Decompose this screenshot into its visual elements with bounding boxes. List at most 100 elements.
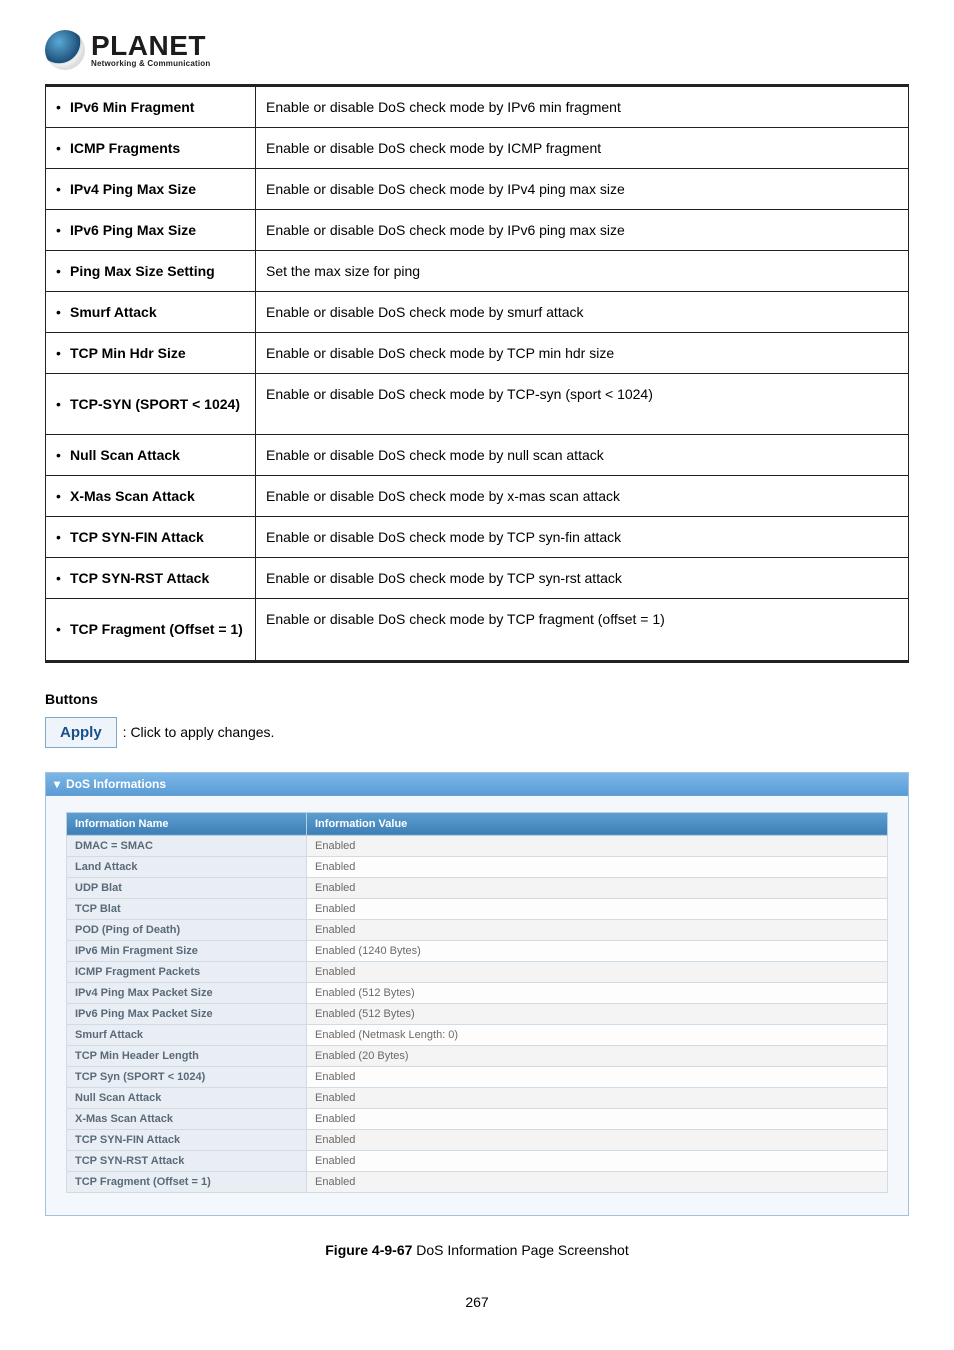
info-row: TCP BlatEnabled	[67, 898, 888, 919]
info-name: X-Mas Scan Attack	[67, 1108, 307, 1129]
definition-term: IPv4 Ping Max Size	[46, 169, 256, 210]
figure-text: DoS Information Page Screenshot	[412, 1242, 628, 1258]
definitions-row: TCP Fragment (Offset = 1)Enable or disab…	[46, 599, 909, 661]
info-value: Enabled (1240 Bytes)	[307, 940, 888, 961]
definitions-row: TCP Min Hdr SizeEnable or disable DoS ch…	[46, 333, 909, 374]
definition-term: IPv6 Ping Max Size	[46, 210, 256, 251]
info-name: UDP Blat	[67, 877, 307, 898]
info-value: Enabled (512 Bytes)	[307, 1003, 888, 1024]
info-value: Enabled	[307, 919, 888, 940]
info-value: Enabled	[307, 1066, 888, 1087]
logo-tagline: Networking & Communication	[91, 60, 210, 68]
definition-desc: Enable or disable DoS check mode by TCP …	[256, 517, 909, 558]
definition-desc: Enable or disable DoS check mode by null…	[256, 435, 909, 476]
info-name: IPv4 Ping Max Packet Size	[67, 982, 307, 1003]
info-row: DMAC = SMACEnabled	[67, 835, 888, 856]
definitions-table: IPv6 Min FragmentEnable or disable DoS c…	[45, 84, 909, 663]
info-value: Enabled	[307, 877, 888, 898]
col-info-name: Information Name	[67, 812, 307, 835]
apply-description: : Click to apply changes.	[123, 724, 275, 740]
info-value: Enabled	[307, 961, 888, 982]
info-value: Enabled (512 Bytes)	[307, 982, 888, 1003]
info-row: IPv6 Ping Max Packet SizeEnabled (512 By…	[67, 1003, 888, 1024]
definitions-row: TCP SYN-FIN AttackEnable or disable DoS …	[46, 517, 909, 558]
definition-desc: Enable or disable DoS check mode by TCP …	[256, 333, 909, 374]
definition-term: TCP SYN-FIN Attack	[46, 517, 256, 558]
definitions-row: Ping Max Size SettingSet the max size fo…	[46, 251, 909, 292]
definitions-row: IPv4 Ping Max SizeEnable or disable DoS …	[46, 169, 909, 210]
definition-term: X-Mas Scan Attack	[46, 476, 256, 517]
info-row: X-Mas Scan AttackEnabled	[67, 1108, 888, 1129]
definitions-row: TCP SYN-RST AttackEnable or disable DoS …	[46, 558, 909, 599]
info-value: Enabled	[307, 856, 888, 877]
page-number: 267	[45, 1294, 909, 1310]
info-value: Enabled	[307, 1150, 888, 1171]
definition-term: Smurf Attack	[46, 292, 256, 333]
definition-desc: Enable or disable DoS check mode by IPv4…	[256, 169, 909, 210]
panel-title-text: DoS Informations	[66, 777, 166, 791]
chevron-down-icon: ▾	[54, 777, 60, 791]
logo-icon	[45, 30, 85, 70]
definitions-row: Smurf AttackEnable or disable DoS check …	[46, 292, 909, 333]
info-row: IPv4 Ping Max Packet SizeEnabled (512 By…	[67, 982, 888, 1003]
info-name: TCP SYN-FIN Attack	[67, 1129, 307, 1150]
logo-name: PLANET	[91, 32, 210, 60]
info-row: TCP Fragment (Offset = 1)Enabled	[67, 1171, 888, 1192]
definition-term: TCP-SYN (SPORT < 1024)	[46, 374, 256, 435]
info-value: Enabled	[307, 1171, 888, 1192]
info-name: Land Attack	[67, 856, 307, 877]
info-name: TCP Fragment (Offset = 1)	[67, 1171, 307, 1192]
col-info-value: Information Value	[307, 812, 888, 835]
info-row: POD (Ping of Death)Enabled	[67, 919, 888, 940]
info-value: Enabled	[307, 1129, 888, 1150]
definitions-row: ICMP FragmentsEnable or disable DoS chec…	[46, 128, 909, 169]
apply-button[interactable]: Apply	[45, 717, 117, 748]
info-value: Enabled	[307, 898, 888, 919]
brand-logo: PLANET Networking & Communication	[45, 30, 909, 70]
definition-desc: Enable or disable DoS check mode by TCP-…	[256, 374, 909, 435]
info-name: ICMP Fragment Packets	[67, 961, 307, 982]
definition-desc: Enable or disable DoS check mode by ICMP…	[256, 128, 909, 169]
panel-titlebar[interactable]: ▾ DoS Informations	[46, 773, 908, 796]
definitions-row: IPv6 Ping Max SizeEnable or disable DoS …	[46, 210, 909, 251]
definitions-row: IPv6 Min FragmentEnable or disable DoS c…	[46, 86, 909, 128]
info-name: TCP Syn (SPORT < 1024)	[67, 1066, 307, 1087]
info-row: ICMP Fragment PacketsEnabled	[67, 961, 888, 982]
info-row: TCP Syn (SPORT < 1024)Enabled	[67, 1066, 888, 1087]
definition-desc: Enable or disable DoS check mode by smur…	[256, 292, 909, 333]
info-name: IPv6 Ping Max Packet Size	[67, 1003, 307, 1024]
definition-term: Ping Max Size Setting	[46, 251, 256, 292]
definitions-row: TCP-SYN (SPORT < 1024)Enable or disable …	[46, 374, 909, 435]
info-value: Enabled (Netmask Length: 0)	[307, 1024, 888, 1045]
info-value: Enabled	[307, 1108, 888, 1129]
definition-desc: Set the max size for ping	[256, 251, 909, 292]
info-name: TCP SYN-RST Attack	[67, 1150, 307, 1171]
definition-term: ICMP Fragments	[46, 128, 256, 169]
definition-desc: Enable or disable DoS check mode by IPv6…	[256, 86, 909, 128]
definition-term: TCP SYN-RST Attack	[46, 558, 256, 599]
info-value: Enabled (20 Bytes)	[307, 1045, 888, 1066]
definitions-row: X-Mas Scan AttackEnable or disable DoS c…	[46, 476, 909, 517]
info-row: UDP BlatEnabled	[67, 877, 888, 898]
info-name: TCP Blat	[67, 898, 307, 919]
definition-desc: Enable or disable DoS check mode by TCP …	[256, 599, 909, 661]
definition-desc: Enable or disable DoS check mode by IPv6…	[256, 210, 909, 251]
apply-row: Apply : Click to apply changes.	[45, 717, 909, 748]
info-name: POD (Ping of Death)	[67, 919, 307, 940]
definition-desc: Enable or disable DoS check mode by x-ma…	[256, 476, 909, 517]
definitions-row: Null Scan AttackEnable or disable DoS ch…	[46, 435, 909, 476]
info-row: TCP SYN-RST AttackEnabled	[67, 1150, 888, 1171]
info-name: Smurf Attack	[67, 1024, 307, 1045]
info-row: TCP Min Header LengthEnabled (20 Bytes)	[67, 1045, 888, 1066]
dos-info-panel: ▾ DoS Informations Information Name Info…	[45, 772, 909, 1216]
definition-term: TCP Fragment (Offset = 1)	[46, 599, 256, 661]
dos-info-table: Information Name Information Value DMAC …	[66, 812, 888, 1193]
info-name: TCP Min Header Length	[67, 1045, 307, 1066]
definition-term: IPv6 Min Fragment	[46, 86, 256, 128]
info-value: Enabled	[307, 1087, 888, 1108]
info-row: TCP SYN-FIN AttackEnabled	[67, 1129, 888, 1150]
info-row: Null Scan AttackEnabled	[67, 1087, 888, 1108]
figure-caption: Figure 4-9-67 DoS Information Page Scree…	[45, 1242, 909, 1258]
info-row: IPv6 Min Fragment SizeEnabled (1240 Byte…	[67, 940, 888, 961]
definition-desc: Enable or disable DoS check mode by TCP …	[256, 558, 909, 599]
